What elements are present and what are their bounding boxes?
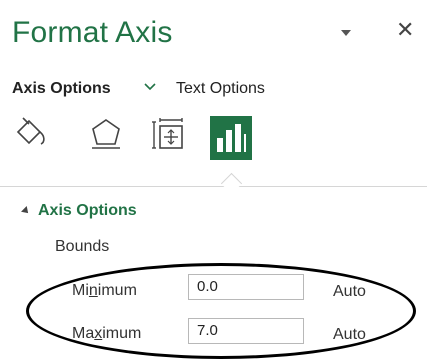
section-title-axis-options[interactable]: Axis Options	[38, 202, 137, 220]
chevron-down-icon[interactable]	[143, 80, 157, 94]
bounds-heading: Bounds	[55, 238, 110, 255]
tab-axis-options[interactable]: Axis Options	[12, 80, 111, 98]
divider	[0, 186, 427, 187]
close-icon[interactable]: ✕	[396, 18, 414, 42]
collapse-caret-icon[interactable]	[21, 206, 31, 216]
chevron-down-icon[interactable]	[341, 30, 351, 36]
size-properties-icon[interactable]	[148, 114, 188, 154]
effects-icon[interactable]	[86, 114, 126, 154]
fill-line-icon[interactable]	[12, 114, 52, 154]
selected-tab-pointer	[220, 172, 243, 195]
minimum-label: Minimum	[72, 282, 137, 299]
axis-options-icon[interactable]	[210, 116, 252, 160]
maximum-label: Maximum	[72, 325, 142, 342]
format-axis-pane: Format Axis ✕ Axis Options Text Options	[0, 0, 427, 362]
minimum-auto-label: Auto	[333, 283, 366, 300]
maximum-auto-label: Auto	[333, 326, 366, 343]
minimum-bound-input[interactable]: 0.0	[188, 274, 304, 300]
maximum-bound-input[interactable]: 7.0	[188, 318, 304, 344]
tab-text-options[interactable]: Text Options	[176, 80, 265, 98]
pane-title: Format Axis	[12, 16, 173, 49]
